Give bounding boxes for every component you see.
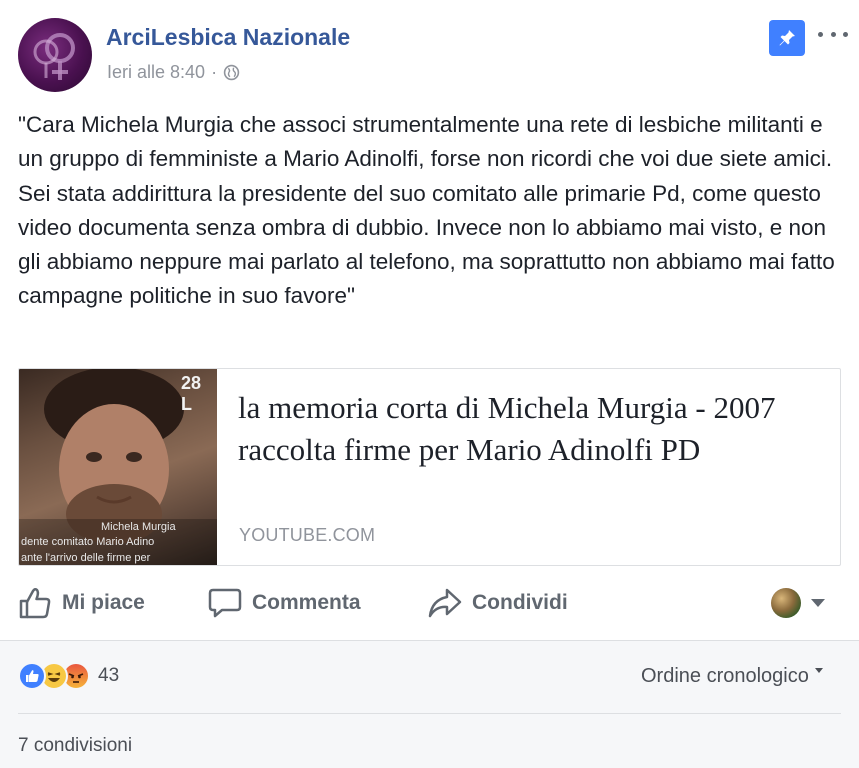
pin-icon <box>779 30 795 46</box>
comment-label: Commenta <box>252 591 361 614</box>
reactions-summary[interactable]: 43 <box>18 661 119 691</box>
link-title[interactable]: la memoria corta di Michela Murgia - 200… <box>238 387 828 471</box>
share-label: Condividi <box>472 591 568 614</box>
more-dot <box>843 31 848 37</box>
video-thumbnail[interactable]: 28 L Michela Murgia dente comitato Mario… <box>19 369 217 565</box>
action-bar: Mi piace Commenta Condividi <box>18 580 841 626</box>
link-domain: YOUTUBE.COM <box>239 525 376 545</box>
post-meta: Ieri alle 8:40 · <box>107 62 240 83</box>
share-arrow-icon <box>428 588 462 618</box>
thumbnail-caption: ante l'arrivo delle firme per <box>21 552 151 564</box>
reaction-count[interactable]: 43 <box>98 665 119 687</box>
page-avatar[interactable] <box>18 18 92 92</box>
thumbs-up-icon <box>26 670 39 682</box>
like-label: Mi piace <box>62 591 145 614</box>
thumbs-up-icon <box>19 587 51 619</box>
post-footer: 43 Ordine cronologico 7 condivisioni <box>0 640 859 768</box>
like-button[interactable]: Mi piace <box>18 580 145 626</box>
link-preview-card[interactable]: 28 L Michela Murgia dente comitato Mario… <box>18 368 841 566</box>
caret-down-icon <box>814 668 823 673</box>
sort-label: Ordine cronologico <box>641 665 809 687</box>
more-dots-icon <box>818 31 823 37</box>
viewer-avatar <box>771 588 801 618</box>
thumbnail-caption: dente comitato Mario Adino <box>21 536 155 548</box>
venus-symbol-icon <box>33 33 75 80</box>
post-as-selector[interactable] <box>771 588 825 618</box>
comment-bubble-icon <box>208 588 242 618</box>
post-timestamp[interactable]: Ieri alle 8:40 <box>107 62 205 83</box>
page-name-link[interactable]: ArciLesbica Nazionale <box>106 24 350 51</box>
thumbnail-timestamp: 28 L <box>181 373 202 414</box>
post-header: ArciLesbica Nazionale Ieri alle 8:40 · <box>18 18 848 98</box>
chevron-down-icon <box>811 599 825 607</box>
thumbnail-caption: Michela Murgia <box>101 521 176 533</box>
comment-sort-dropdown[interactable]: Ordine cronologico <box>641 665 823 688</box>
pin-button[interactable] <box>769 20 805 56</box>
comment-button[interactable]: Commenta <box>208 580 361 626</box>
divider <box>18 713 841 714</box>
more-dot <box>830 31 836 37</box>
share-button[interactable]: Condividi <box>428 580 568 626</box>
shares-count-link[interactable]: 7 condivisioni <box>18 735 132 757</box>
meta-separator: · <box>211 62 218 82</box>
more-options-button[interactable] <box>818 24 848 44</box>
like-reaction-icon <box>18 662 46 690</box>
globe-icon[interactable] <box>223 64 240 81</box>
post-text: "Cara Michela Murgia che associ strument… <box>18 112 835 309</box>
